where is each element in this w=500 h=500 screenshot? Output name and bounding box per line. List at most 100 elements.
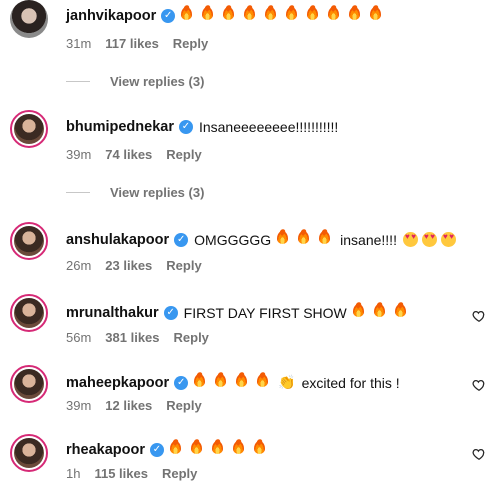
heart-outline-icon[interactable] bbox=[472, 309, 486, 323]
fire-emoji-icon bbox=[373, 303, 385, 317]
fire-emoji-icon bbox=[277, 230, 289, 244]
view-replies-toggle[interactable]: View replies (3) bbox=[66, 74, 204, 89]
username[interactable]: bhumipednekar bbox=[66, 119, 174, 135]
fire-emoji-icon bbox=[394, 303, 406, 317]
heart-outline-icon[interactable] bbox=[472, 447, 486, 461]
fire-emoji-icon bbox=[286, 6, 298, 20]
likes-count[interactable]: 12 likes bbox=[105, 398, 152, 413]
likes-count[interactable]: 23 likes bbox=[105, 258, 152, 273]
fire-emoji-icon bbox=[236, 373, 248, 387]
username[interactable]: janhvikapoor bbox=[66, 8, 156, 24]
avatar-image bbox=[10, 0, 48, 38]
comment-text: Insaneeeeeeee!!!!!!!!!!! bbox=[198, 119, 339, 135]
comment-meta: 39m 12 likes Reply bbox=[66, 398, 202, 413]
username[interactable]: maheepkapoor bbox=[66, 375, 169, 391]
avatar-image bbox=[14, 369, 44, 399]
avatar-image bbox=[14, 438, 44, 468]
fire-emoji-icon bbox=[211, 440, 223, 454]
comment-time: 1h bbox=[66, 466, 81, 481]
comment-line: mrunalthakur ✓ FIRST DAY FIRST SHOW bbox=[66, 303, 416, 322]
fire-emoji-icon bbox=[257, 373, 269, 387]
comment-line: rheakapoor ✓ bbox=[66, 440, 275, 459]
fire-emoji-icon bbox=[181, 6, 193, 20]
avatar[interactable] bbox=[10, 222, 48, 260]
verified-badge-icon: ✓ bbox=[174, 375, 189, 390]
fire-emojis bbox=[352, 303, 416, 322]
view-replies-label[interactable]: View replies (3) bbox=[110, 74, 204, 89]
avatar[interactable] bbox=[10, 294, 48, 332]
verified-badge-icon: ✓ bbox=[174, 232, 189, 247]
username[interactable]: anshulakapoor bbox=[66, 232, 169, 248]
fire-emoji-icon bbox=[194, 373, 206, 387]
fire-emoji-icon bbox=[223, 6, 235, 20]
comment-text-after: insane!!!! bbox=[340, 231, 397, 248]
likes-count[interactable]: 115 likes bbox=[94, 466, 148, 481]
fire-emojis bbox=[181, 6, 391, 25]
likes-count[interactable]: 74 likes bbox=[105, 147, 152, 162]
comment-meta: 31m 117 likes Reply bbox=[66, 36, 208, 51]
comment-time: 31m bbox=[66, 36, 92, 51]
avatar[interactable] bbox=[10, 365, 48, 403]
comment-meta: 26m 23 likes Reply bbox=[66, 258, 202, 273]
likes-count[interactable]: 117 likes bbox=[105, 36, 159, 51]
comment-time: 26m bbox=[66, 258, 92, 273]
fire-emoji-icon bbox=[202, 6, 214, 20]
comment-line: anshulakapoor ✓ OMGGGGG insane!!!! bbox=[66, 230, 460, 249]
fire-emoji-icon bbox=[244, 6, 256, 20]
divider bbox=[66, 192, 90, 193]
verified-badge-icon: ✓ bbox=[163, 305, 178, 320]
reply-button[interactable]: Reply bbox=[166, 398, 201, 413]
verified-badge-icon: ✓ bbox=[178, 120, 193, 134]
avatar[interactable] bbox=[10, 0, 48, 38]
verified-badge-icon: ✓ bbox=[161, 8, 176, 23]
fire-emoji-icon bbox=[298, 230, 310, 244]
fire-emojis bbox=[169, 440, 275, 459]
reply-button[interactable]: Reply bbox=[173, 36, 208, 51]
fire-emoji-icon bbox=[328, 6, 340, 20]
username[interactable]: mrunalthakur bbox=[66, 305, 159, 321]
fire-emojis bbox=[194, 373, 278, 392]
reply-button[interactable]: Reply bbox=[166, 258, 201, 273]
fire-emoji-icon bbox=[349, 6, 361, 20]
fire-emojis bbox=[277, 230, 340, 249]
fire-emoji-icon bbox=[370, 6, 382, 20]
username[interactable]: rheakapoor bbox=[66, 442, 145, 458]
avatar-image bbox=[14, 114, 44, 144]
fire-emoji-icon bbox=[265, 6, 277, 20]
reply-button[interactable]: Reply bbox=[162, 466, 197, 481]
comment-line: maheepkapoor ✓ 👏 excited for this ! bbox=[66, 373, 406, 392]
comment-meta: 1h 115 likes Reply bbox=[66, 466, 197, 481]
comment-meta: 39m 74 likes Reply bbox=[66, 147, 202, 162]
avatar-image bbox=[14, 226, 44, 256]
fire-emoji-icon bbox=[232, 440, 244, 454]
fire-emoji-icon bbox=[253, 440, 265, 454]
heart-eyes-emoji-icon bbox=[440, 231, 456, 247]
comment-line: bhumipednekar ✓ Insaneeeeeeee!!!!!!!!!!! bbox=[66, 119, 344, 135]
fire-emoji-icon bbox=[215, 373, 227, 387]
divider bbox=[66, 81, 90, 82]
avatar[interactable] bbox=[10, 110, 48, 148]
view-replies-label[interactable]: View replies (3) bbox=[110, 185, 204, 200]
clap-emoji-icon: 👏 bbox=[278, 374, 296, 390]
view-replies-toggle[interactable]: View replies (3) bbox=[66, 185, 204, 200]
comment-text-after: excited for this ! bbox=[301, 374, 400, 391]
reply-button[interactable]: Reply bbox=[174, 330, 209, 345]
verified-badge-icon: ✓ bbox=[149, 442, 164, 457]
heart-eyes-emojis bbox=[402, 231, 460, 249]
comment-line: janhvikapoor ✓ bbox=[66, 6, 391, 25]
heart-eyes-emoji-icon bbox=[421, 231, 437, 247]
comment-text: FIRST DAY FIRST SHOW bbox=[183, 304, 347, 321]
comment-time: 56m bbox=[66, 330, 92, 345]
fire-emoji-icon bbox=[352, 303, 364, 317]
comment-time: 39m bbox=[66, 147, 92, 162]
likes-count[interactable]: 381 likes bbox=[105, 330, 159, 345]
heart-outline-icon[interactable] bbox=[472, 378, 486, 392]
comment-text: OMGGGGG bbox=[194, 231, 272, 248]
comment-meta: 56m 381 likes Reply bbox=[66, 330, 209, 345]
fire-emoji-icon bbox=[169, 440, 181, 454]
fire-emoji-icon bbox=[190, 440, 202, 454]
avatar[interactable] bbox=[10, 434, 48, 472]
comment-time: 39m bbox=[66, 398, 92, 413]
heart-eyes-emoji-icon bbox=[402, 231, 418, 247]
reply-button[interactable]: Reply bbox=[166, 147, 201, 162]
